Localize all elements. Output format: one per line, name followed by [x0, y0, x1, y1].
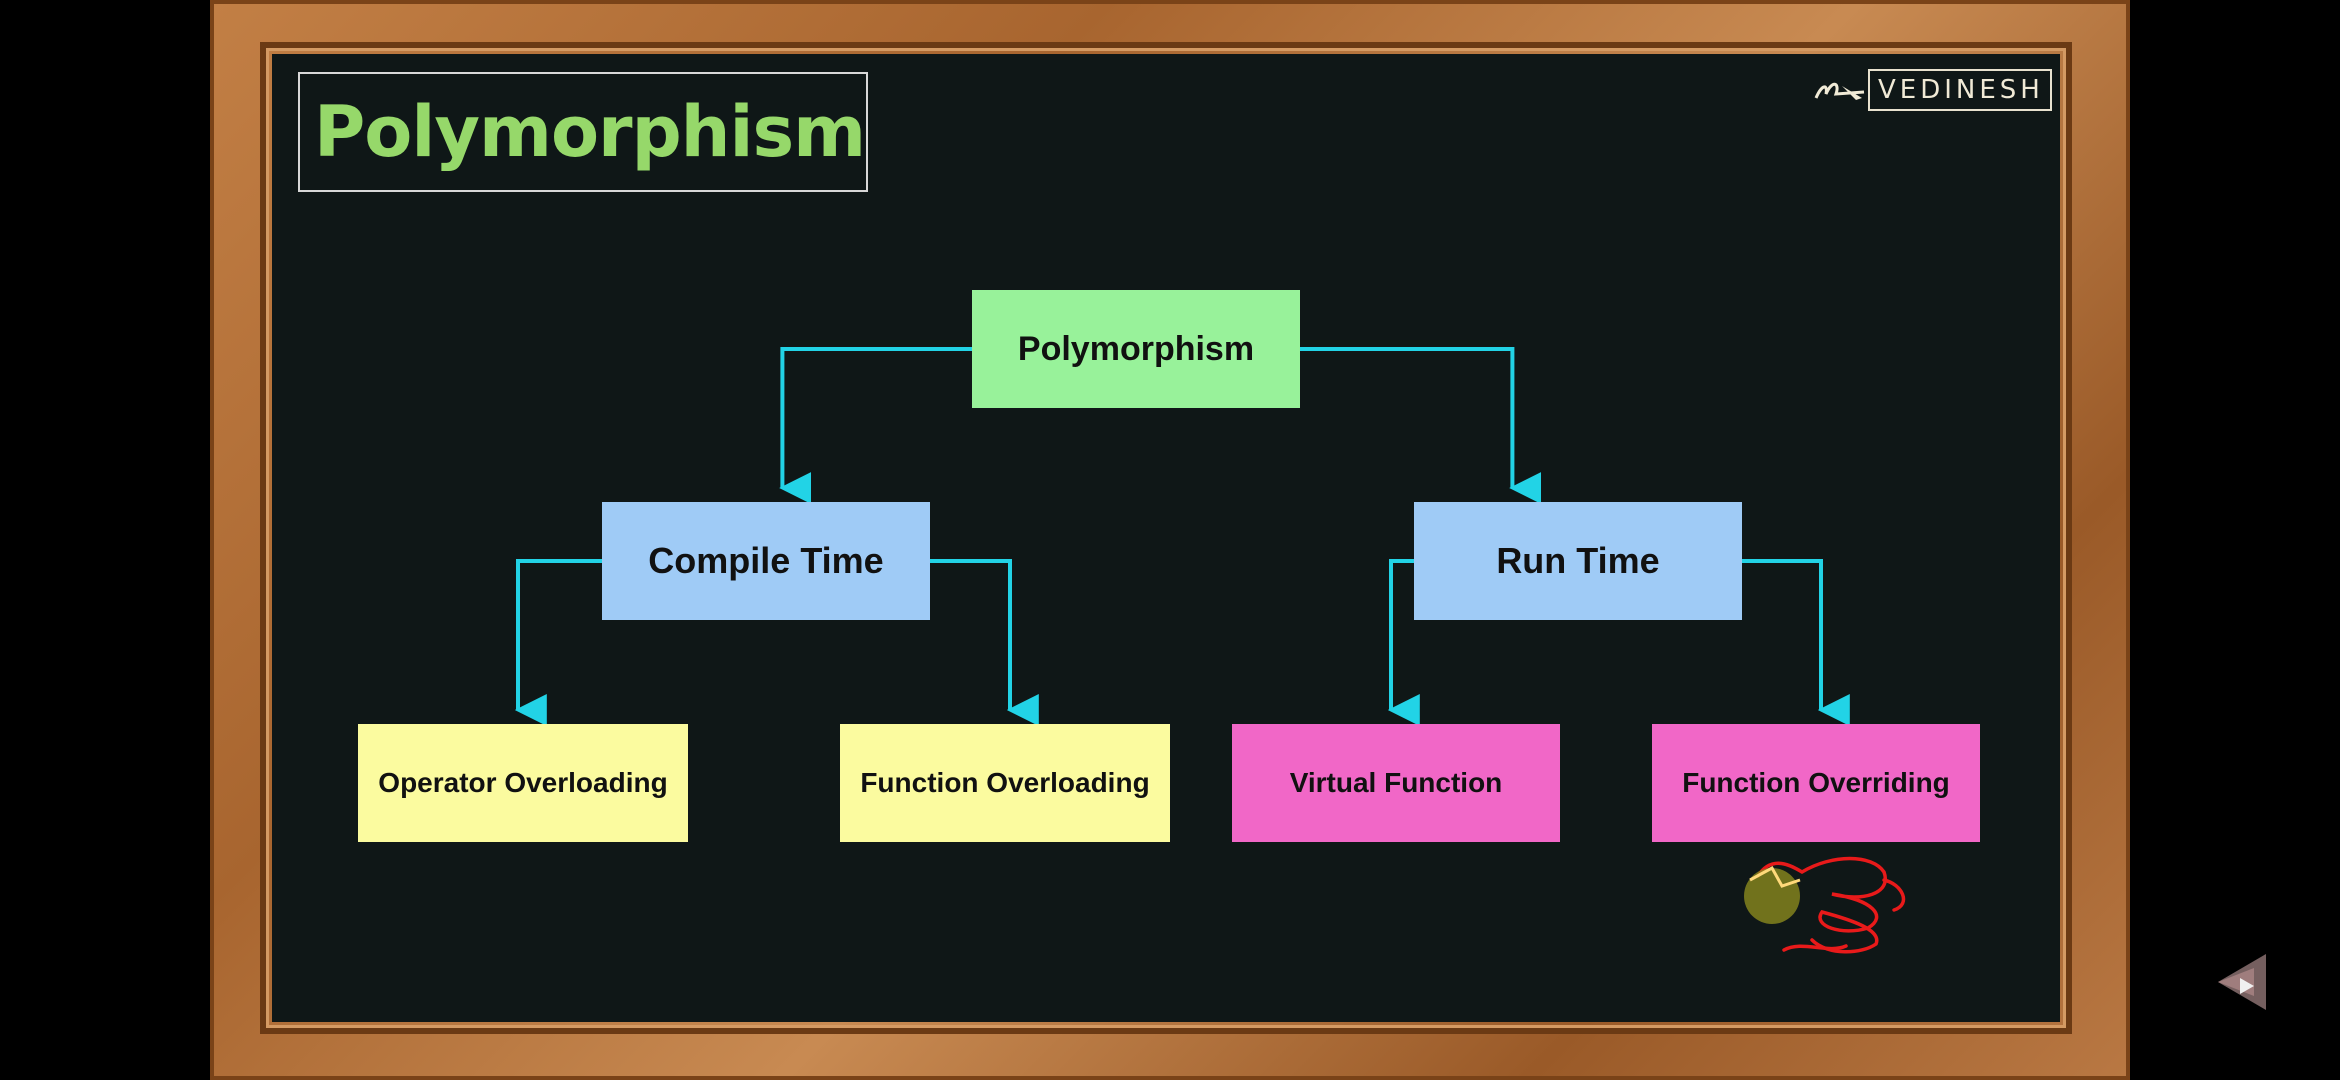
node-operator-overloading: Operator Overloading [358, 724, 688, 842]
chalkboard-frame: Polymorphism VEDINESH Polymorphism Compi… [210, 0, 2130, 1080]
viewport: Polymorphism VEDINESH Polymorphism Compi… [0, 0, 2340, 1080]
connector-run-overriding [1742, 559, 1850, 726]
connector-compile-operator [514, 559, 602, 726]
diagram-connectors [514, 347, 1942, 954]
connector-run-virtual [1387, 559, 1420, 726]
node-run-time: Run Time [1414, 502, 1742, 620]
node-virtual-function: Virtual Function [1232, 724, 1560, 842]
node-compile-time: Compile Time [602, 502, 930, 620]
chalkboard: Polymorphism VEDINESH Polymorphism Compi… [272, 54, 2060, 1022]
connector-root-compile-time [779, 347, 972, 504]
node-polymorphism: Polymorphism [972, 290, 1300, 408]
node-function-overriding: Function Overriding [1652, 724, 1980, 842]
pointer-cursor [1744, 868, 1800, 924]
media-control-icon[interactable] [2214, 950, 2270, 1014]
node-function-overloading: Function Overloading [840, 724, 1170, 842]
connector-compile-function-overloading [930, 559, 1039, 726]
connector-root-run-time [1300, 347, 1542, 504]
